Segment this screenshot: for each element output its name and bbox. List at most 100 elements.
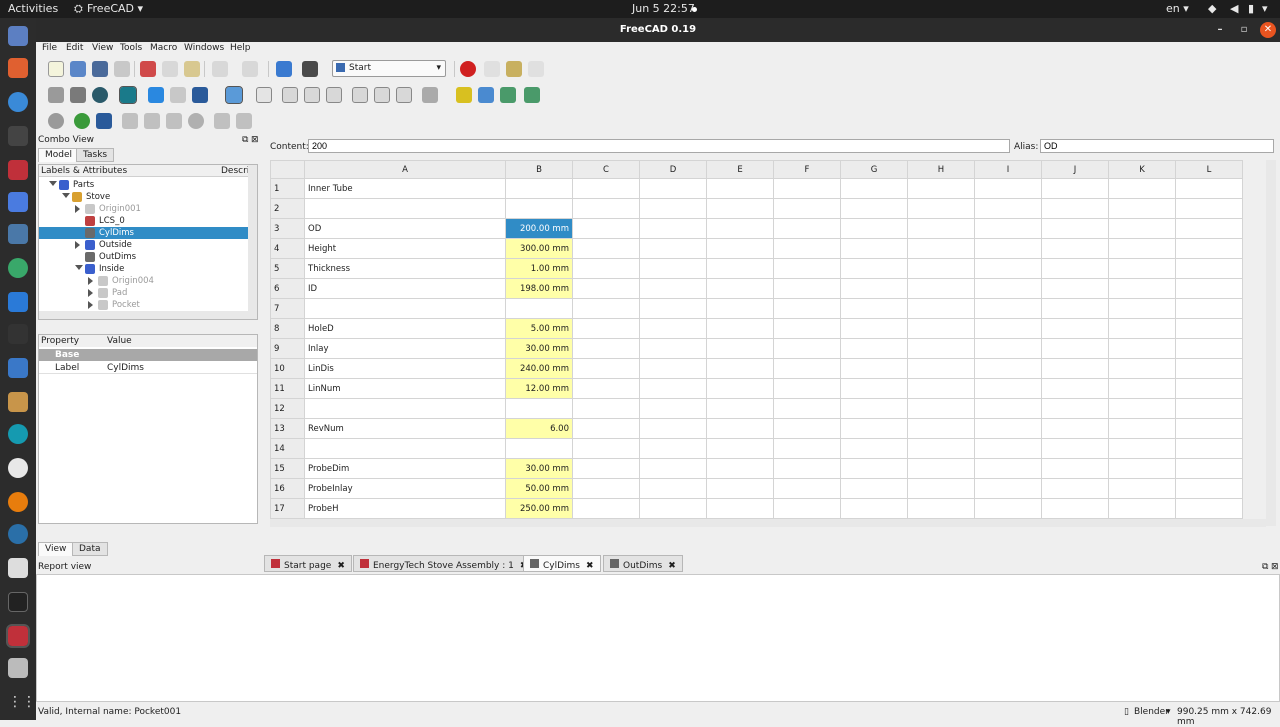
collapse-arrow-icon[interactable] (62, 193, 70, 198)
cell[interactable] (706, 478, 774, 499)
cell[interactable] (1041, 298, 1109, 319)
row-header[interactable]: 3 (270, 218, 305, 239)
cell[interactable] (773, 358, 841, 379)
cell[interactable] (907, 278, 975, 299)
row-header[interactable]: 17 (270, 498, 305, 519)
cell-b[interactable]: 6.00 (505, 418, 573, 439)
column-header[interactable]: E (706, 160, 774, 179)
redo-icon[interactable] (242, 61, 258, 77)
cell[interactable] (1175, 438, 1243, 459)
cell-b[interactable]: 200.00 mm (505, 218, 573, 239)
cell[interactable] (706, 438, 774, 459)
menu-windows[interactable]: Windows (184, 43, 224, 53)
cell-a[interactable]: LinNum (304, 378, 506, 399)
cell[interactable] (639, 178, 707, 199)
panel-close-icon[interactable]: ⊠ (1271, 562, 1279, 572)
cell[interactable] (1041, 258, 1109, 279)
cell[interactable] (706, 458, 774, 479)
cell[interactable] (1175, 318, 1243, 339)
cell[interactable] (572, 318, 640, 339)
cell[interactable] (974, 478, 1042, 499)
float-icon[interactable]: ⧉ (242, 135, 248, 145)
report-output[interactable] (36, 574, 1280, 702)
cell[interactable] (639, 358, 707, 379)
cell[interactable] (840, 418, 908, 439)
cell[interactable] (1175, 498, 1243, 519)
spreadsheet-grid[interactable]: ABCDEFGHIJKL 1 Inner Tube 2 3 OD 200.00 mm 4 He… (270, 160, 1243, 519)
cell[interactable] (840, 398, 908, 419)
cell[interactable] (1041, 238, 1109, 259)
bounding-box-icon[interactable] (119, 86, 137, 104)
cell[interactable] (840, 278, 908, 299)
open-icon[interactable] (70, 61, 86, 77)
undo-icon[interactable] (212, 61, 228, 77)
cell[interactable] (1108, 278, 1176, 299)
text-editor-icon[interactable] (8, 358, 28, 378)
slack-icon[interactable] (8, 458, 28, 478)
app-menu[interactable]: FreeCAD ▾ (87, 2, 143, 15)
panel-close-icon[interactable]: ⊠ (251, 135, 259, 145)
cell[interactable] (974, 258, 1042, 279)
property-row-label[interactable]: Label CylDims (39, 362, 257, 374)
cell[interactable] (572, 498, 640, 519)
paste-icon[interactable] (184, 61, 200, 77)
cell[interactable] (907, 178, 975, 199)
cell[interactable] (706, 418, 774, 439)
cell[interactable] (907, 398, 975, 419)
cell[interactable] (1041, 278, 1109, 299)
cell[interactable] (907, 358, 975, 379)
tree-item[interactable]: Origin001 (39, 203, 249, 215)
cell[interactable] (1175, 338, 1243, 359)
menu-file[interactable]: File (42, 43, 57, 53)
record-macro-icon[interactable] (460, 61, 476, 77)
cell[interactable] (773, 378, 841, 399)
cell[interactable] (706, 218, 774, 239)
cell-b[interactable]: 30.00 mm (505, 338, 573, 359)
cell-a[interactable]: RevNum (304, 418, 506, 439)
rear-view-icon[interactable] (352, 87, 368, 103)
cell[interactable] (639, 318, 707, 339)
macros-icon[interactable] (506, 61, 522, 77)
cell-a[interactable]: ProbeH (304, 498, 506, 519)
draw-style-icon[interactable] (92, 87, 108, 103)
tree-item[interactable]: Outside (39, 239, 249, 251)
row-header[interactable]: 6 (270, 278, 305, 299)
back-icon[interactable] (148, 87, 164, 103)
cell[interactable] (907, 418, 975, 439)
part-icon[interactable] (456, 87, 472, 103)
cell[interactable] (1175, 398, 1243, 419)
left-view-icon[interactable] (396, 87, 412, 103)
cell[interactable] (974, 398, 1042, 419)
reload-icon[interactable] (166, 113, 182, 129)
software-center-icon[interactable] (8, 58, 28, 78)
cell-b[interactable]: 240.00 mm (505, 358, 573, 379)
column-header[interactable]: G (840, 160, 908, 179)
cell-a[interactable]: LinDis (304, 358, 506, 379)
tree-item[interactable]: Parts (39, 179, 249, 191)
cell[interactable] (1175, 358, 1243, 379)
tree-item[interactable]: LCS_0 (39, 215, 249, 227)
cell[interactable] (840, 458, 908, 479)
cell[interactable] (639, 258, 707, 279)
cell[interactable] (572, 438, 640, 459)
row-header[interactable]: 12 (270, 398, 305, 419)
cell[interactable] (907, 378, 975, 399)
cell-b[interactable]: 5.00 mm (505, 318, 573, 339)
navigation-style[interactable]: Blender (1134, 707, 1169, 717)
collapse-arrow-icon[interactable] (75, 265, 83, 270)
power-menu-icon[interactable]: ▾ (1262, 2, 1268, 15)
tree-item[interactable]: OutDims (39, 251, 249, 263)
cell[interactable] (907, 458, 975, 479)
zoom-out-icon[interactable] (236, 113, 252, 129)
cell[interactable] (706, 378, 774, 399)
expand-arrow-icon[interactable] (88, 301, 93, 309)
app-icon[interactable] (8, 324, 28, 344)
tree-item[interactable]: Stove (39, 191, 249, 203)
tree-col-labels[interactable]: Labels & Attributes (41, 166, 127, 176)
cell[interactable] (840, 258, 908, 279)
cell[interactable] (773, 478, 841, 499)
cell[interactable] (1175, 218, 1243, 239)
cell[interactable] (840, 318, 908, 339)
cell[interactable] (706, 278, 774, 299)
cell[interactable] (907, 218, 975, 239)
